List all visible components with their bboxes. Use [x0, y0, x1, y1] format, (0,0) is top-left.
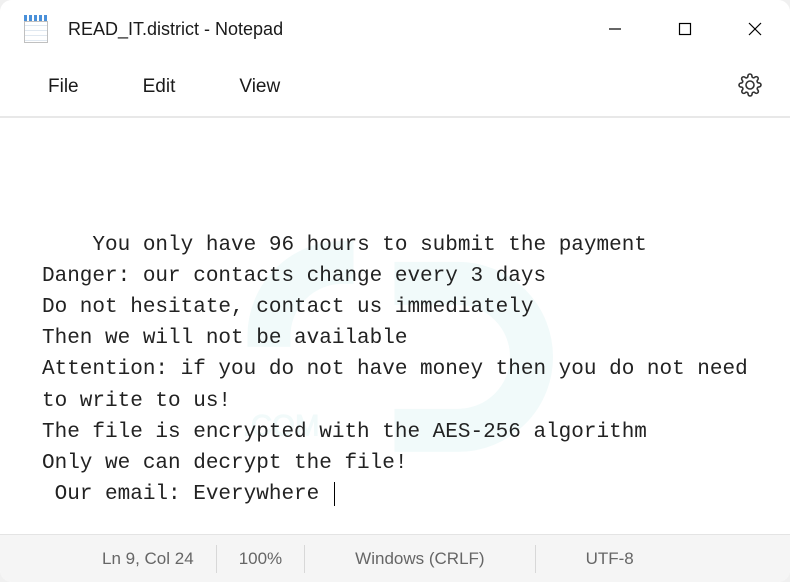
status-encoding[interactable]: UTF-8 — [536, 545, 684, 573]
settings-button[interactable] — [730, 65, 770, 110]
minimize-button[interactable] — [580, 0, 650, 58]
statusbar: Ln 9, Col 24 100% Windows (CRLF) UTF-8 — [0, 534, 790, 582]
status-line-ending[interactable]: Windows (CRLF) — [305, 545, 535, 573]
titlebar: READ_IT.district - Notepad — [0, 0, 790, 58]
close-button[interactable] — [720, 0, 790, 58]
menubar: File Edit View — [0, 58, 790, 118]
window-title: READ_IT.district - Notepad — [68, 19, 580, 40]
menu-file[interactable]: File — [30, 66, 97, 108]
notepad-window: READ_IT.district - Notepad File Edit Vie… — [0, 0, 790, 582]
gear-icon — [738, 73, 762, 97]
text-editor[interactable]: .COM You only have 96 hours to submit th… — [0, 118, 790, 534]
status-zoom[interactable]: 100% — [217, 545, 305, 573]
notepad-icon — [24, 15, 48, 43]
text-caret — [334, 482, 335, 506]
status-cursor-position[interactable]: Ln 9, Col 24 — [80, 545, 217, 573]
editor-content: You only have 96 hours to submit the pay… — [42, 234, 760, 506]
menu-view[interactable]: View — [221, 66, 298, 108]
menu-edit[interactable]: Edit — [125, 66, 194, 108]
window-controls — [580, 0, 790, 58]
maximize-button[interactable] — [650, 0, 720, 58]
